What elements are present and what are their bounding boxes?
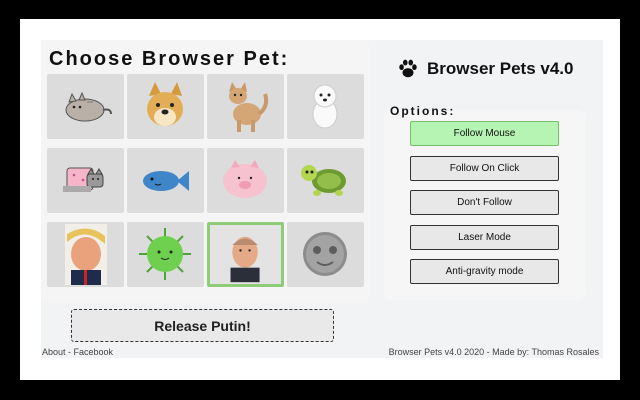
pet-tile-blue-fish[interactable] xyxy=(127,148,204,213)
options-panel: Options: Follow Mouse Follow On Click Do… xyxy=(384,104,585,300)
putin-icon xyxy=(230,236,260,283)
release-pet-button[interactable]: Release Putin! xyxy=(71,309,334,342)
app-title: Browser Pets v4.0 xyxy=(427,59,574,78)
follow-on-click-button[interactable]: Follow On Click xyxy=(410,156,559,181)
brand-header: Browser Pets v4.0 xyxy=(397,55,573,83)
paw-icon xyxy=(399,59,417,78)
pet-tile-putin[interactable] xyxy=(207,222,284,287)
moon-face-icon xyxy=(303,232,347,276)
anti-gravity-mode-button[interactable]: Anti-gravity mode xyxy=(410,259,559,284)
trump-icon xyxy=(65,224,107,285)
cat-icon xyxy=(229,82,269,132)
choose-pet-title: Choose Browser Pet: xyxy=(49,48,290,70)
laser-mode-button[interactable]: Laser Mode xyxy=(410,225,559,250)
pink-pig-icon xyxy=(223,160,267,198)
follow-mouse-button[interactable]: Follow Mouse xyxy=(410,121,559,146)
popup-frame: Choose Browser Pet: Release Putin! Brows… xyxy=(20,19,620,380)
pet-tile-trump[interactable] xyxy=(47,222,124,287)
nyan-cat-icon xyxy=(63,167,104,192)
dont-follow-button[interactable]: Don't Follow xyxy=(410,190,559,215)
pet-tile-cat[interactable] xyxy=(207,74,284,139)
pet-tile-white-dog[interactable] xyxy=(287,74,364,139)
pet-tile-moon-face[interactable] xyxy=(287,222,364,287)
doge-icon xyxy=(147,82,183,126)
pet-tile-nyan-cat[interactable] xyxy=(47,148,124,213)
pet-grid xyxy=(47,74,364,288)
pet-tile-doge[interactable] xyxy=(127,74,204,139)
pet-tile-turtle[interactable] xyxy=(287,148,364,213)
pet-tile-pink-pig[interactable] xyxy=(207,148,284,213)
blue-fish-icon xyxy=(143,171,189,191)
footer-credits: Browser Pets v4.0 2020 - Made by: Thomas… xyxy=(388,347,599,357)
pusheen-cat-icon xyxy=(65,91,112,122)
pet-chooser-panel: Choose Browser Pet: xyxy=(41,40,369,301)
pet-tile-pusheen-cat[interactable] xyxy=(47,74,124,139)
pet-tile-virus[interactable] xyxy=(127,222,204,287)
white-dog-icon xyxy=(312,84,338,129)
popup-card: Choose Browser Pet: Release Putin! Brows… xyxy=(41,40,603,358)
turtle-icon xyxy=(301,165,346,196)
options-label: Options: xyxy=(390,104,456,118)
virus-icon xyxy=(139,228,191,280)
footer-links[interactable]: About - Facebook xyxy=(42,347,113,357)
